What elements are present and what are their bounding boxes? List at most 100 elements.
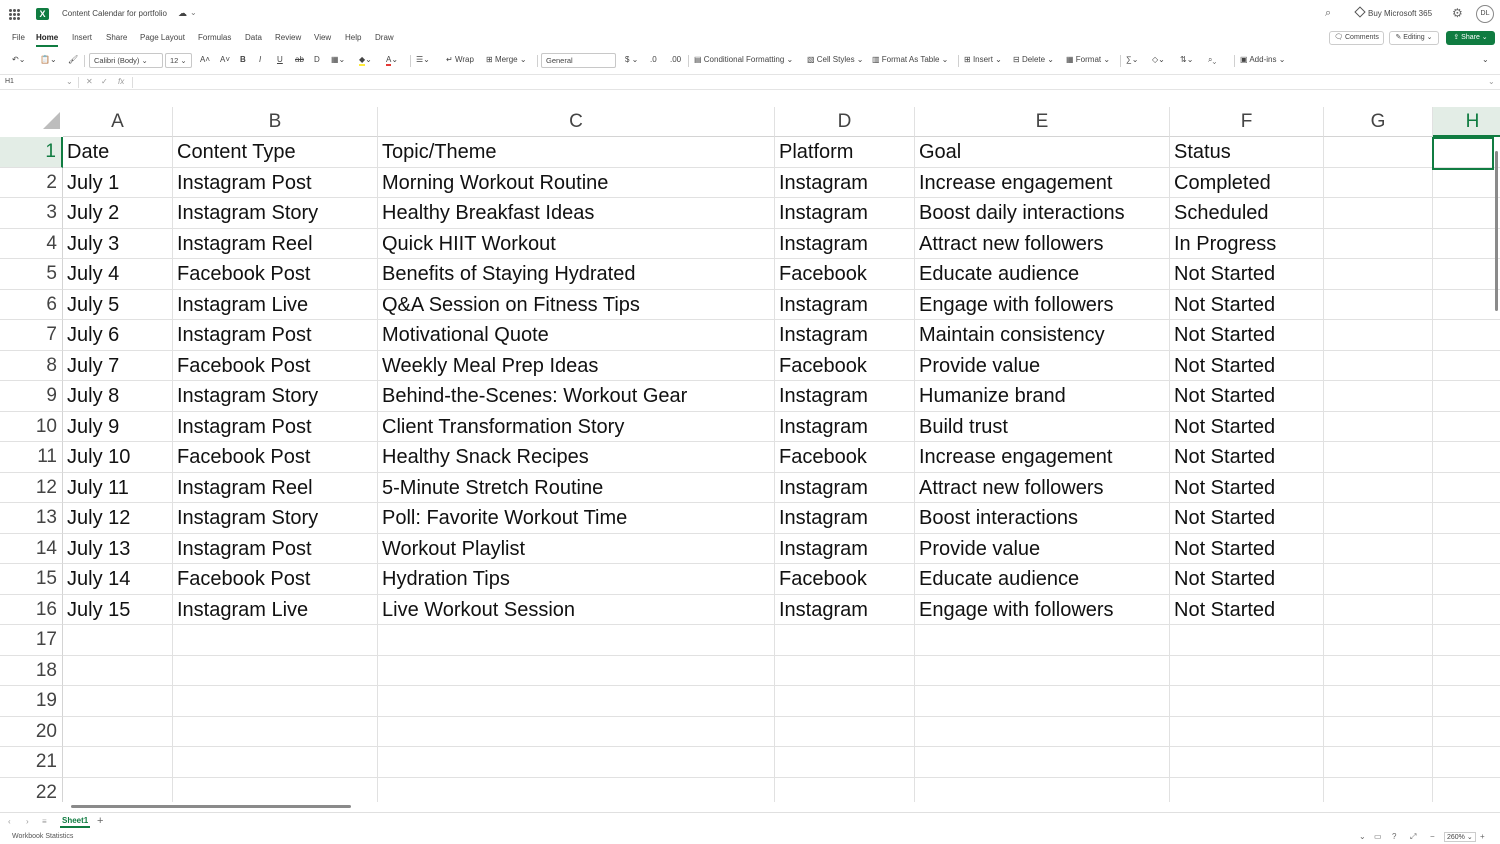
cell-f5[interactable]: Not Started [1170,259,1324,290]
cell-b18[interactable] [173,655,378,686]
app-launcher-icon[interactable] [9,9,20,20]
cell-a4[interactable]: July 3 [63,228,173,259]
cell-b17[interactable] [173,625,378,656]
help-icon[interactable]: ? [1392,832,1396,841]
cell-d1[interactable]: Platform [775,137,915,168]
cell-e15[interactable]: Educate audience [915,564,1170,595]
row-header[interactable]: 2 [0,167,63,198]
row-header[interactable]: 7 [0,320,63,351]
cell-e21[interactable] [915,747,1170,778]
format-as-table-button[interactable]: ▥ Format As Table ⌄ [872,55,948,64]
status-chevron-icon[interactable]: ⌄ [1359,832,1366,841]
cell-c3[interactable]: Healthy Breakfast Ideas [378,198,775,229]
cell-a13[interactable]: July 12 [63,503,173,534]
cell-c1[interactable]: Topic/Theme [378,137,775,168]
cell-h11[interactable] [1433,442,1500,473]
row-header[interactable]: 6 [0,289,63,320]
row-header[interactable]: 13 [0,503,63,534]
cell-c17[interactable] [378,625,775,656]
clear-icon[interactable]: ◇⌄ [1152,55,1165,64]
cell-e3[interactable]: Boost daily interactions [915,198,1170,229]
cell-c9[interactable]: Behind-the-Scenes: Workout Gear [378,381,775,412]
title-chevron-down-icon[interactable]: ⌄ [190,8,197,17]
cell-f14[interactable]: Not Started [1170,533,1324,564]
add-ins-button[interactable]: ▣ Add-ins ⌄ [1240,55,1285,64]
double-underline-icon[interactable]: D [314,55,320,64]
cell-h12[interactable] [1433,473,1500,504]
cell-e7[interactable]: Maintain consistency [915,320,1170,351]
cell-d16[interactable]: Instagram [775,594,915,625]
row-header[interactable]: 22 [0,777,63,802]
cell-e5[interactable]: Educate audience [915,259,1170,290]
cell-h9[interactable] [1433,381,1500,412]
cell-g19[interactable] [1324,686,1433,717]
zoom-level[interactable]: 260% ⌄ [1444,832,1476,842]
vertical-scrollbar[interactable] [1493,137,1500,802]
cell-d17[interactable] [775,625,915,656]
tab-help[interactable]: Help [345,33,361,42]
fullscreen-icon[interactable]: ⤢ [1410,832,1416,842]
cell-f3[interactable]: Scheduled [1170,198,1324,229]
row-header[interactable]: 9 [0,381,63,412]
cell-e10[interactable]: Build trust [915,411,1170,442]
cell-d10[interactable]: Instagram [775,411,915,442]
cell-b16[interactable]: Instagram Live [173,594,378,625]
cell-h17[interactable] [1433,625,1500,656]
format-cells-button[interactable]: ▦ Format ⌄ [1066,55,1110,64]
tab-review[interactable]: Review [275,33,301,42]
cell-d8[interactable]: Facebook [775,350,915,381]
cell-a2[interactable]: July 1 [63,167,173,198]
buy-microsoft-button[interactable]: Buy Microsoft 365 [1356,9,1432,18]
autosum-icon[interactable]: ∑⌄ [1126,55,1138,64]
cell-g10[interactable] [1324,411,1433,442]
cell-g18[interactable] [1324,655,1433,686]
merge-button[interactable]: ⊞ Merge ⌄ [486,55,527,64]
editing-mode-button[interactable]: ✎ Editing ⌄ [1389,31,1439,45]
cell-f4[interactable]: In Progress [1170,228,1324,259]
cell-b9[interactable]: Instagram Story [173,381,378,412]
cell-a22[interactable] [63,777,173,802]
cell-c7[interactable]: Motivational Quote [378,320,775,351]
tab-page-layout[interactable]: Page Layout [140,33,185,42]
format-painter-icon[interactable]: 🖌 [68,55,78,64]
cell-f9[interactable]: Not Started [1170,381,1324,412]
cell-e19[interactable] [915,686,1170,717]
underline-icon[interactable]: U [277,55,283,64]
cell-c20[interactable] [378,716,775,747]
active-cell-h1[interactable] [1432,137,1494,170]
cell-g21[interactable] [1324,747,1433,778]
enter-icon[interactable]: ✓ [101,77,108,86]
cell-b11[interactable]: Facebook Post [173,442,378,473]
cell-g12[interactable] [1324,472,1433,503]
cell-f6[interactable]: Not Started [1170,289,1324,320]
paste-icon[interactable]: 📋⌄ [40,55,57,64]
cell-g16[interactable] [1324,594,1433,625]
cell-f17[interactable] [1170,625,1324,656]
cell-h7[interactable] [1433,320,1500,351]
increase-decimal-icon[interactable]: .0 [650,55,657,64]
cell-g9[interactable] [1324,381,1433,412]
cell-f16[interactable]: Not Started [1170,594,1324,625]
conditional-formatting-button[interactable]: ▤ Conditional Formatting ⌄ [694,55,793,64]
column-header-b[interactable]: B [173,107,378,137]
cell-g2[interactable] [1324,167,1433,198]
cell-g17[interactable] [1324,625,1433,656]
prev-sheet-icon[interactable]: ‹ [8,817,11,826]
cell-f7[interactable]: Not Started [1170,320,1324,351]
cell-f10[interactable]: Not Started [1170,411,1324,442]
cell-a12[interactable]: July 11 [63,472,173,503]
search-icon[interactable]: ⌕ [1325,7,1331,20]
cell-h15[interactable] [1433,564,1500,595]
cell-e4[interactable]: Attract new followers [915,228,1170,259]
row-header[interactable]: 14 [0,533,63,564]
cell-h19[interactable] [1433,686,1500,717]
cell-a18[interactable] [63,655,173,686]
cell-c14[interactable]: Workout Playlist [378,533,775,564]
fx-icon[interactable]: fx [118,77,124,86]
cell-e20[interactable] [915,716,1170,747]
cell-a5[interactable]: July 4 [63,259,173,290]
column-header-f[interactable]: F [1170,107,1324,137]
cell-b2[interactable]: Instagram Post [173,167,378,198]
cell-f2[interactable]: Completed [1170,167,1324,198]
undo-icon[interactable]: ↶⌄ [12,55,25,64]
